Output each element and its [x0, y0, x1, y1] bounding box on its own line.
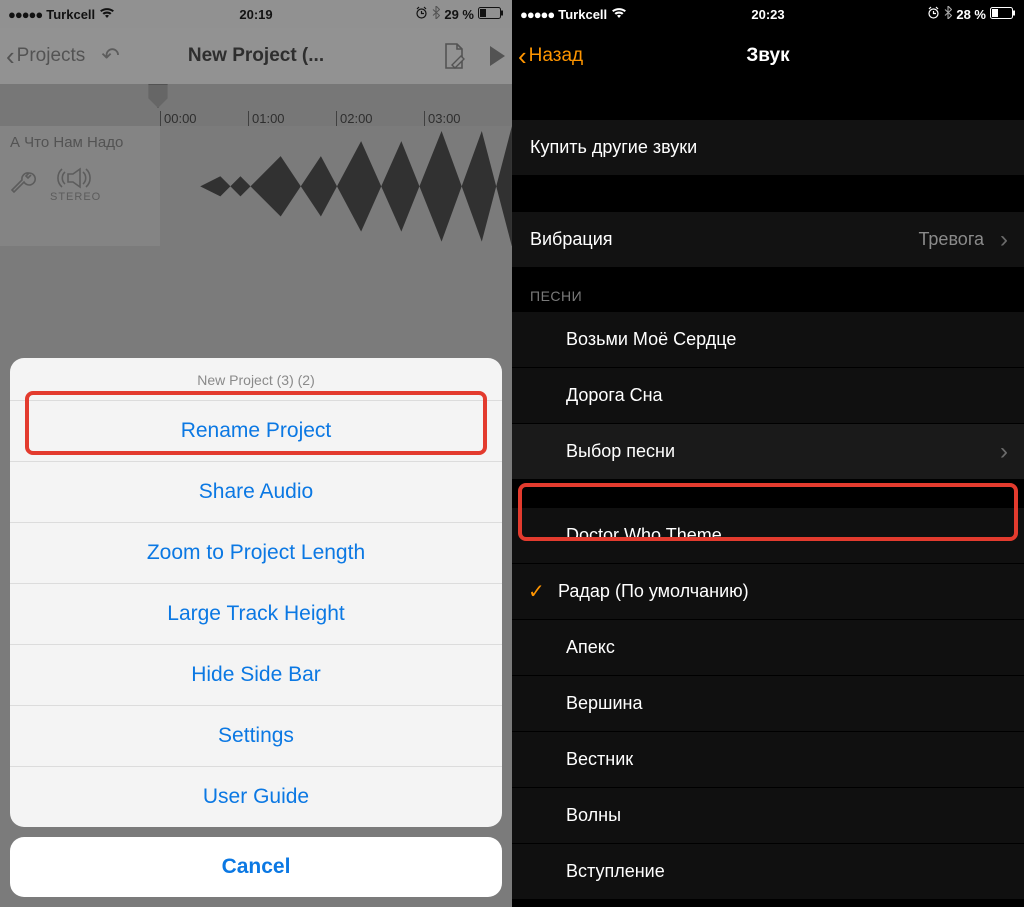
annotation-highlight: [25, 391, 487, 455]
song-row[interactable]: Возьми Моё Сердце: [512, 312, 1024, 368]
row-value: Тревога: [918, 229, 984, 250]
sheet-item-settings[interactable]: Settings: [10, 706, 502, 767]
cancel-button[interactable]: Cancel: [10, 837, 502, 897]
chevron-left-icon: ‹: [518, 43, 527, 69]
alarm-icon: [927, 6, 940, 22]
battery-pct: 28 %: [956, 7, 986, 22]
sheet-item-user-guide[interactable]: User Guide: [10, 767, 502, 827]
song-label: Вершина: [566, 693, 642, 714]
sheet-item-zoom[interactable]: Zoom to Project Length: [10, 523, 502, 584]
row-label: Купить другие звуки: [530, 137, 697, 158]
sheet-item-hide-sidebar[interactable]: Hide Side Bar: [10, 645, 502, 706]
song-label: Радар (По умолчанию): [558, 581, 749, 602]
sheet-item-track-height[interactable]: Large Track Height: [10, 584, 502, 645]
back-label: Назад: [529, 45, 583, 67]
status-bar: ●●●●● Turkcell 20:23 28 %: [512, 0, 1024, 28]
wifi-icon: [611, 7, 627, 22]
battery-icon: [990, 7, 1016, 22]
row-choose-song[interactable]: Выбор песни: [512, 424, 1024, 480]
clock: 20:23: [751, 7, 784, 22]
back-button[interactable]: ‹ Назад: [518, 43, 583, 69]
carrier-label: Turkcell: [558, 7, 607, 22]
song-row[interactable]: Вступление: [512, 844, 1024, 900]
song-label: Волны: [566, 805, 621, 826]
sheet-item-share-audio[interactable]: Share Audio: [10, 462, 502, 523]
check-icon: ✓: [528, 579, 545, 604]
page-title: Звук: [746, 45, 789, 67]
bluetooth-icon: [944, 6, 952, 22]
song-row[interactable]: Волны: [512, 788, 1024, 844]
song-label: Вестник: [566, 749, 633, 770]
song-label: Выбор песни: [566, 441, 675, 462]
song-row[interactable]: Дорога Сна: [512, 368, 1024, 424]
phone-right: ●●●●● Turkcell 20:23 28 % ‹ Назад Звук: [512, 0, 1024, 907]
nav-bar: ‹ Назад Звук: [512, 28, 1024, 84]
annotation-highlight: [518, 483, 1018, 541]
song-label: Вступление: [566, 861, 665, 882]
song-row[interactable]: Апекс: [512, 620, 1024, 676]
signal-dots: ●●●●●: [520, 7, 554, 22]
section-header-songs: ПЕСНИ: [512, 268, 1024, 312]
song-label: Возьми Моё Сердце: [566, 329, 736, 350]
phone-left: ●●●●● Turkcell 20:19 29 % ‹ Projects ↶: [0, 0, 512, 907]
song-label: Апекс: [566, 637, 615, 658]
song-row[interactable]: Вершина: [512, 676, 1024, 732]
song-label: Дорога Сна: [566, 385, 663, 406]
row-buy-sounds[interactable]: Купить другие звуки: [512, 120, 1024, 176]
song-row-default[interactable]: ✓ Радар (По умолчанию): [512, 564, 1024, 620]
row-vibration[interactable]: Вибрация Тревога: [512, 212, 1024, 268]
row-label: Вибрация: [530, 229, 613, 250]
song-row[interactable]: Вестник: [512, 732, 1024, 788]
